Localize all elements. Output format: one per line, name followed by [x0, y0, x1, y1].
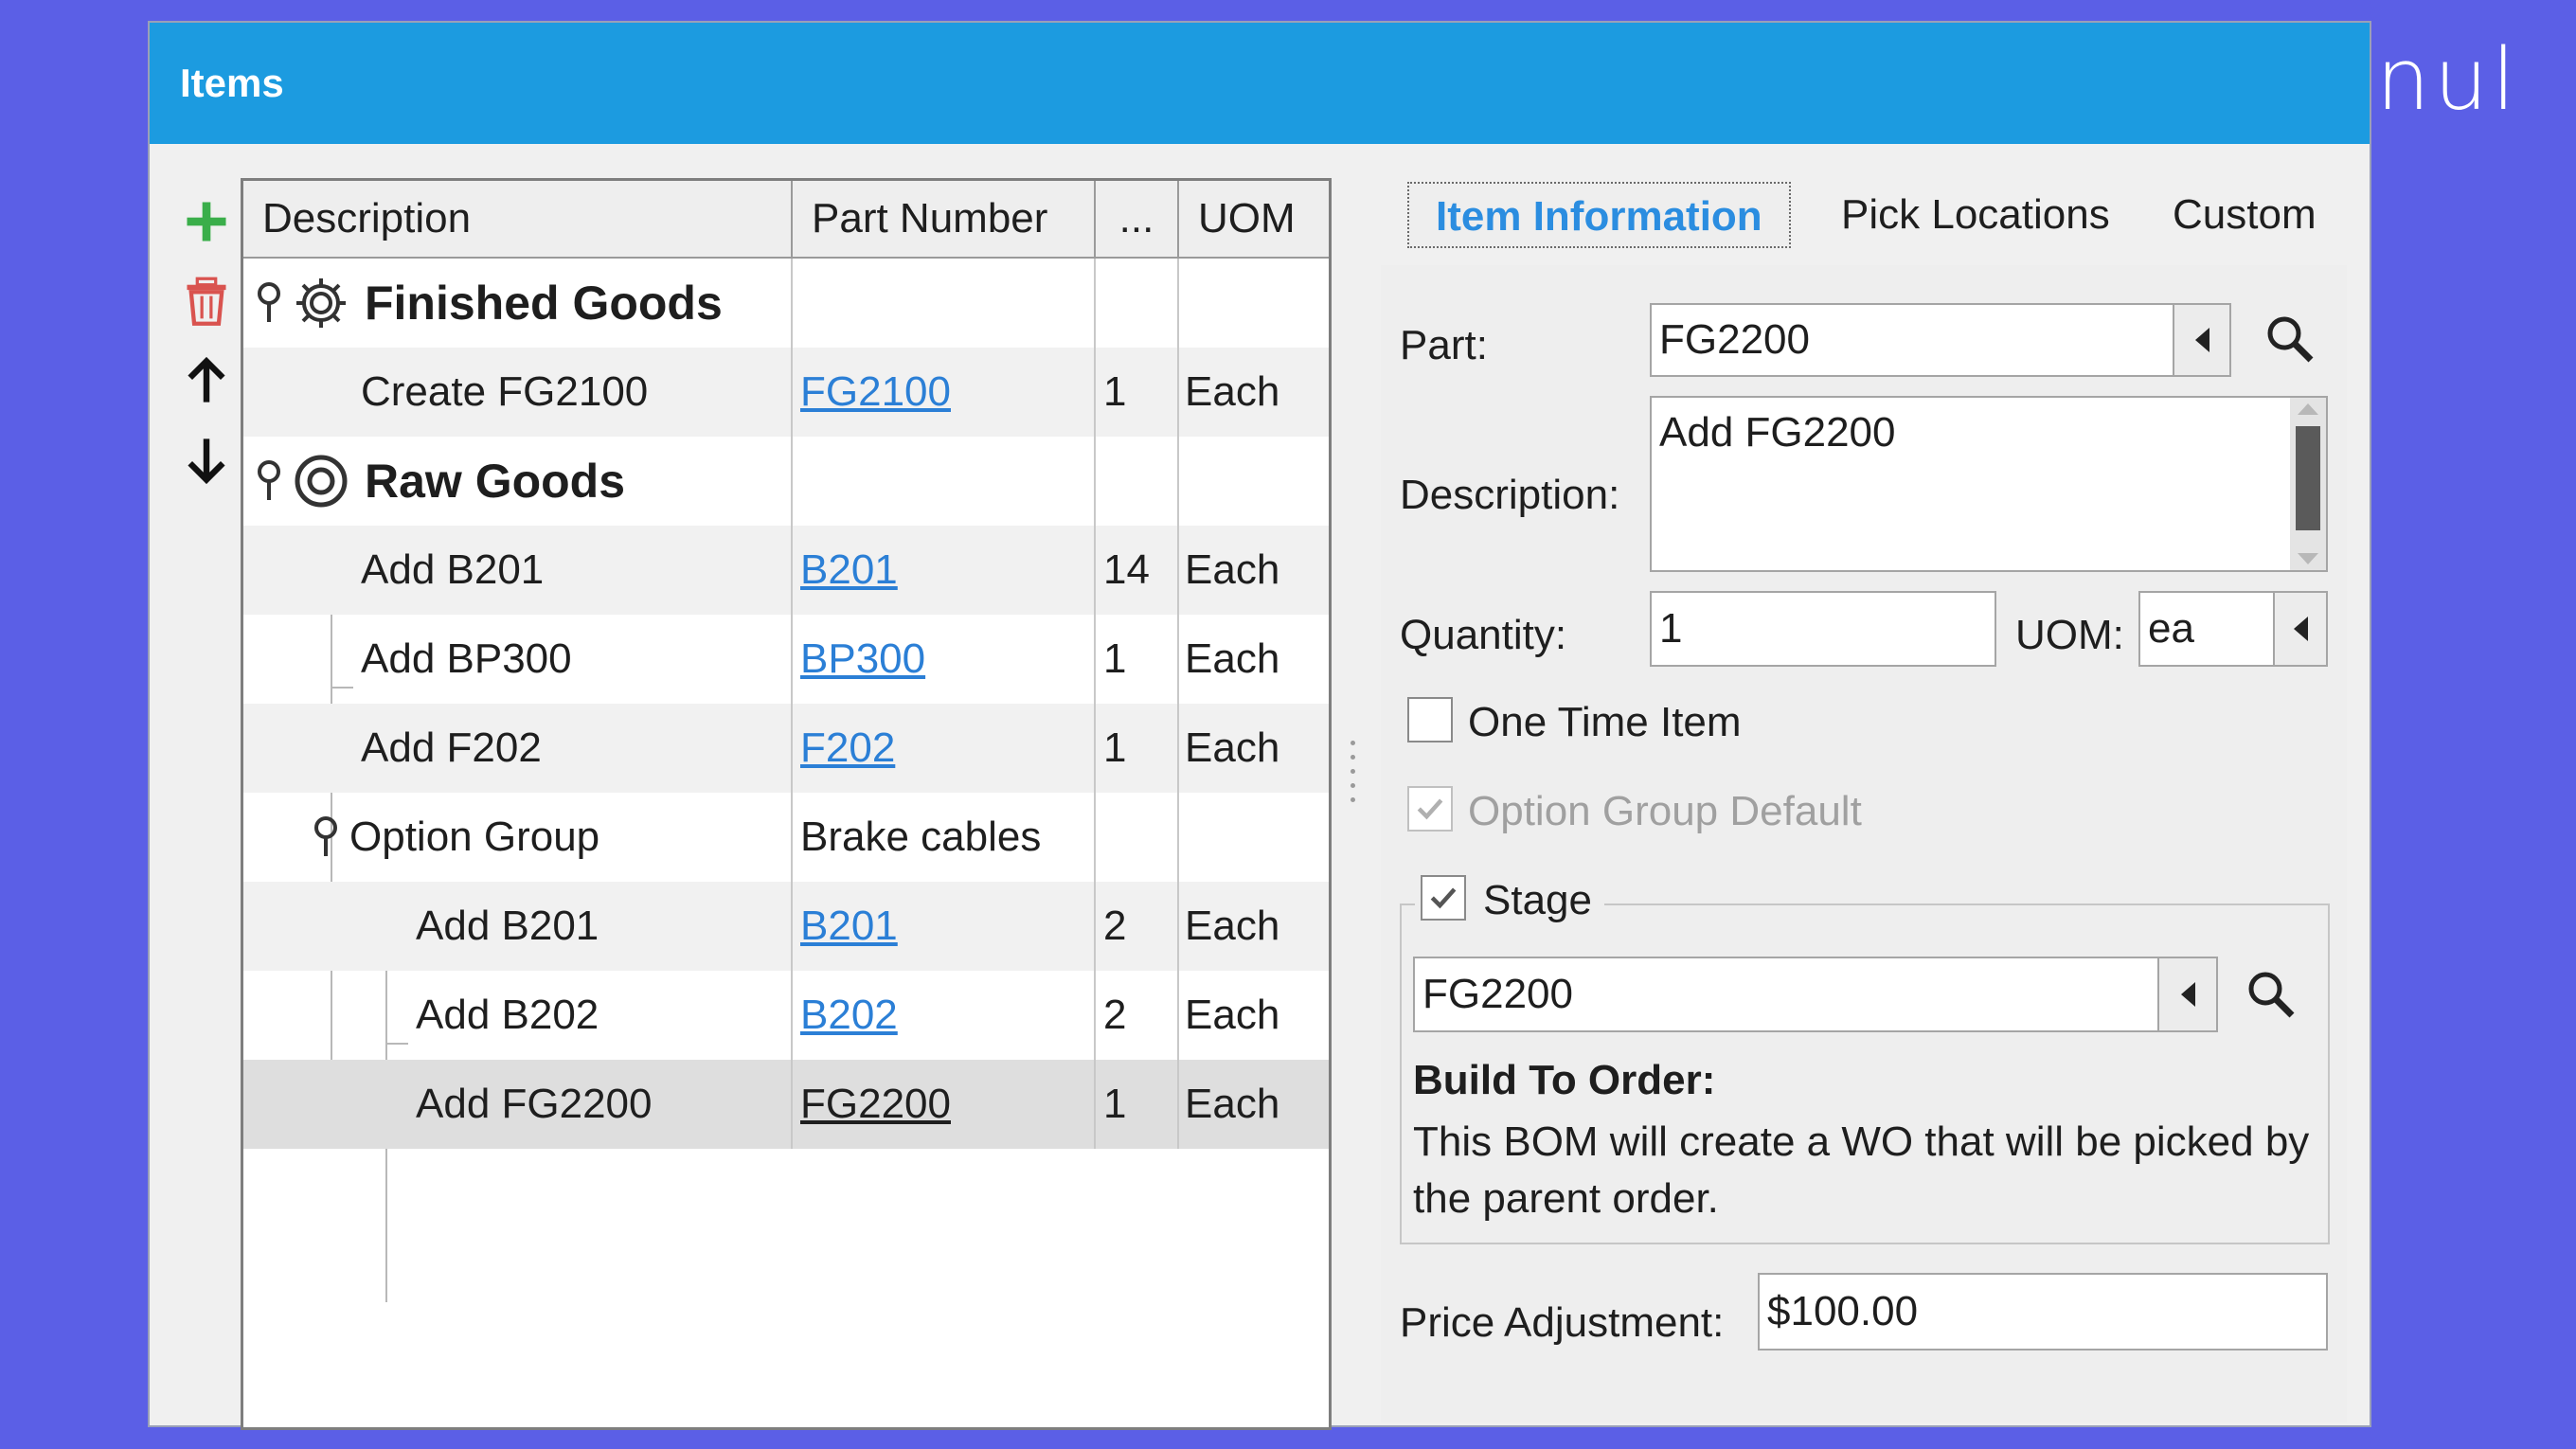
column-header-description[interactable]: Description	[243, 181, 793, 257]
uom-label: UOM:	[2015, 612, 2124, 658]
nut-icon	[295, 455, 348, 508]
table-row[interactable]: Finished Goods	[243, 259, 1329, 348]
part-dropdown-button[interactable]	[2173, 305, 2229, 375]
description-scrollbar[interactable]	[2290, 398, 2326, 570]
tab-custom[interactable]: Custom	[2173, 182, 2317, 248]
stage-dropdown-button[interactable]	[2157, 958, 2216, 1030]
move-down-button[interactable]	[169, 420, 244, 500]
part-link[interactable]: B201	[800, 546, 898, 593]
tab-item-information[interactable]: Item Information	[1407, 182, 1791, 248]
part-link[interactable]: FG2100	[800, 368, 951, 415]
part-label: Part:	[1400, 322, 1488, 368]
group-label-finished-goods: Finished Goods	[365, 277, 723, 330]
items-tree-grid[interactable]: Description Part Number ... UOM Finished…	[241, 178, 1332, 1430]
item-information-panel: Part: FG2200 Description: Add FG2200 Qua…	[1381, 265, 2347, 1422]
search-icon[interactable]	[2262, 311, 2318, 367]
price-adjustment-label: Price Adjustment:	[1400, 1299, 1725, 1346]
window-body: Description Part Number ... UOM Finished…	[150, 144, 2370, 1430]
arrow-down-icon	[188, 438, 225, 485]
quantity-input[interactable]: 1	[1650, 591, 1996, 667]
part-combobox[interactable]: FG2200	[1650, 303, 2231, 377]
caret-left-icon	[2293, 617, 2308, 641]
table-row[interactable]: Option Group Brake cables	[243, 793, 1329, 882]
uom-combobox[interactable]: ea	[2138, 591, 2328, 667]
checkmark-icon	[1417, 798, 1443, 820]
items-window: Items Description Part Number ... UOM Fi…	[148, 21, 2371, 1430]
option-group-default-checkbox[interactable]	[1407, 786, 1453, 832]
gear-icon	[296, 278, 346, 328]
part-link[interactable]: F202	[800, 724, 895, 771]
part-link[interactable]: B201	[800, 903, 898, 949]
stage-value: FG2200	[1422, 971, 1573, 1017]
quantity-label: Quantity:	[1400, 612, 1567, 658]
add-item-button[interactable]	[169, 182, 244, 261]
caret-left-icon	[2194, 328, 2209, 352]
table-row[interactable]: Add B201 B201 14 Each	[243, 526, 1329, 615]
detail-tabs: Item Information Pick Locations Custom	[1407, 182, 2354, 258]
search-icon[interactable]	[2243, 966, 2299, 1023]
part-link[interactable]: B202	[800, 992, 898, 1038]
item-toolbar	[169, 182, 244, 500]
table-row[interactable]: Add B201 B201 2 Each	[243, 882, 1329, 971]
brand-logo-text: nul	[2375, 30, 2519, 130]
description-textarea[interactable]: Add FG2200	[1650, 396, 2328, 572]
table-row[interactable]: Add BP300 BP300 1 Each	[243, 615, 1329, 704]
column-header-quantity[interactable]: ...	[1096, 181, 1179, 257]
group-label-raw-goods: Raw Goods	[365, 455, 626, 508]
delete-item-button[interactable]	[169, 261, 244, 341]
description-label: Description:	[1400, 472, 1620, 518]
move-up-button[interactable]	[169, 341, 244, 420]
column-header-uom[interactable]: UOM	[1179, 181, 1329, 257]
build-to-order-title: Build To Order:	[1413, 1057, 1716, 1103]
uom-dropdown-button[interactable]	[2273, 593, 2326, 665]
checkmark-icon	[1430, 887, 1457, 909]
build-to-order-text: This BOM will create a WO that will be p…	[1413, 1118, 2310, 1222]
pin-icon	[258, 282, 280, 322]
price-adjustment-input[interactable]: $100.00	[1758, 1273, 2328, 1351]
description-value: Add FG2200	[1659, 409, 1896, 456]
stage-combobox[interactable]: FG2200	[1413, 957, 2218, 1032]
trash-icon	[187, 277, 226, 326]
scroll-up-icon[interactable]	[2298, 403, 2318, 415]
stage-checkbox[interactable]	[1421, 875, 1466, 921]
plus-icon	[187, 202, 226, 242]
one-time-item-checkbox[interactable]	[1407, 697, 1453, 742]
part-value: FG2200	[1659, 316, 1810, 363]
table-row-selected[interactable]: Add FG2200 FG2200 1 Each	[243, 1060, 1329, 1149]
one-time-item-label: One Time Item	[1468, 699, 1742, 745]
grid-header: Description Part Number ... UOM	[243, 181, 1329, 259]
stage-label: Stage	[1483, 877, 1592, 923]
arrow-up-icon	[188, 356, 225, 402]
pin-icon	[314, 816, 337, 856]
window-title: Items	[150, 23, 2370, 144]
table-row[interactable]: Add B202 B202 2 Each	[243, 971, 1329, 1060]
option-group-default-label: Option Group Default	[1468, 788, 1862, 834]
table-row[interactable]: Raw Goods	[243, 437, 1329, 526]
scrollbar-thumb[interactable]	[2296, 426, 2320, 530]
scroll-down-icon[interactable]	[2298, 553, 2318, 564]
table-row[interactable]: Add F202 F202 1 Each	[243, 704, 1329, 793]
part-link[interactable]: FG2200	[800, 1081, 951, 1127]
option-group-label: Option Group	[349, 814, 600, 860]
table-row[interactable]: Create FG2100 FG2100 1 Each	[243, 348, 1329, 437]
tab-pick-locations[interactable]: Pick Locations	[1841, 182, 2110, 248]
column-header-part-number[interactable]: Part Number	[793, 181, 1096, 257]
uom-value: ea	[2148, 605, 2194, 652]
part-link[interactable]: BP300	[800, 635, 925, 682]
caret-left-icon	[2180, 982, 2195, 1007]
panel-splitter[interactable]	[1351, 731, 1356, 812]
pin-icon	[258, 460, 280, 500]
